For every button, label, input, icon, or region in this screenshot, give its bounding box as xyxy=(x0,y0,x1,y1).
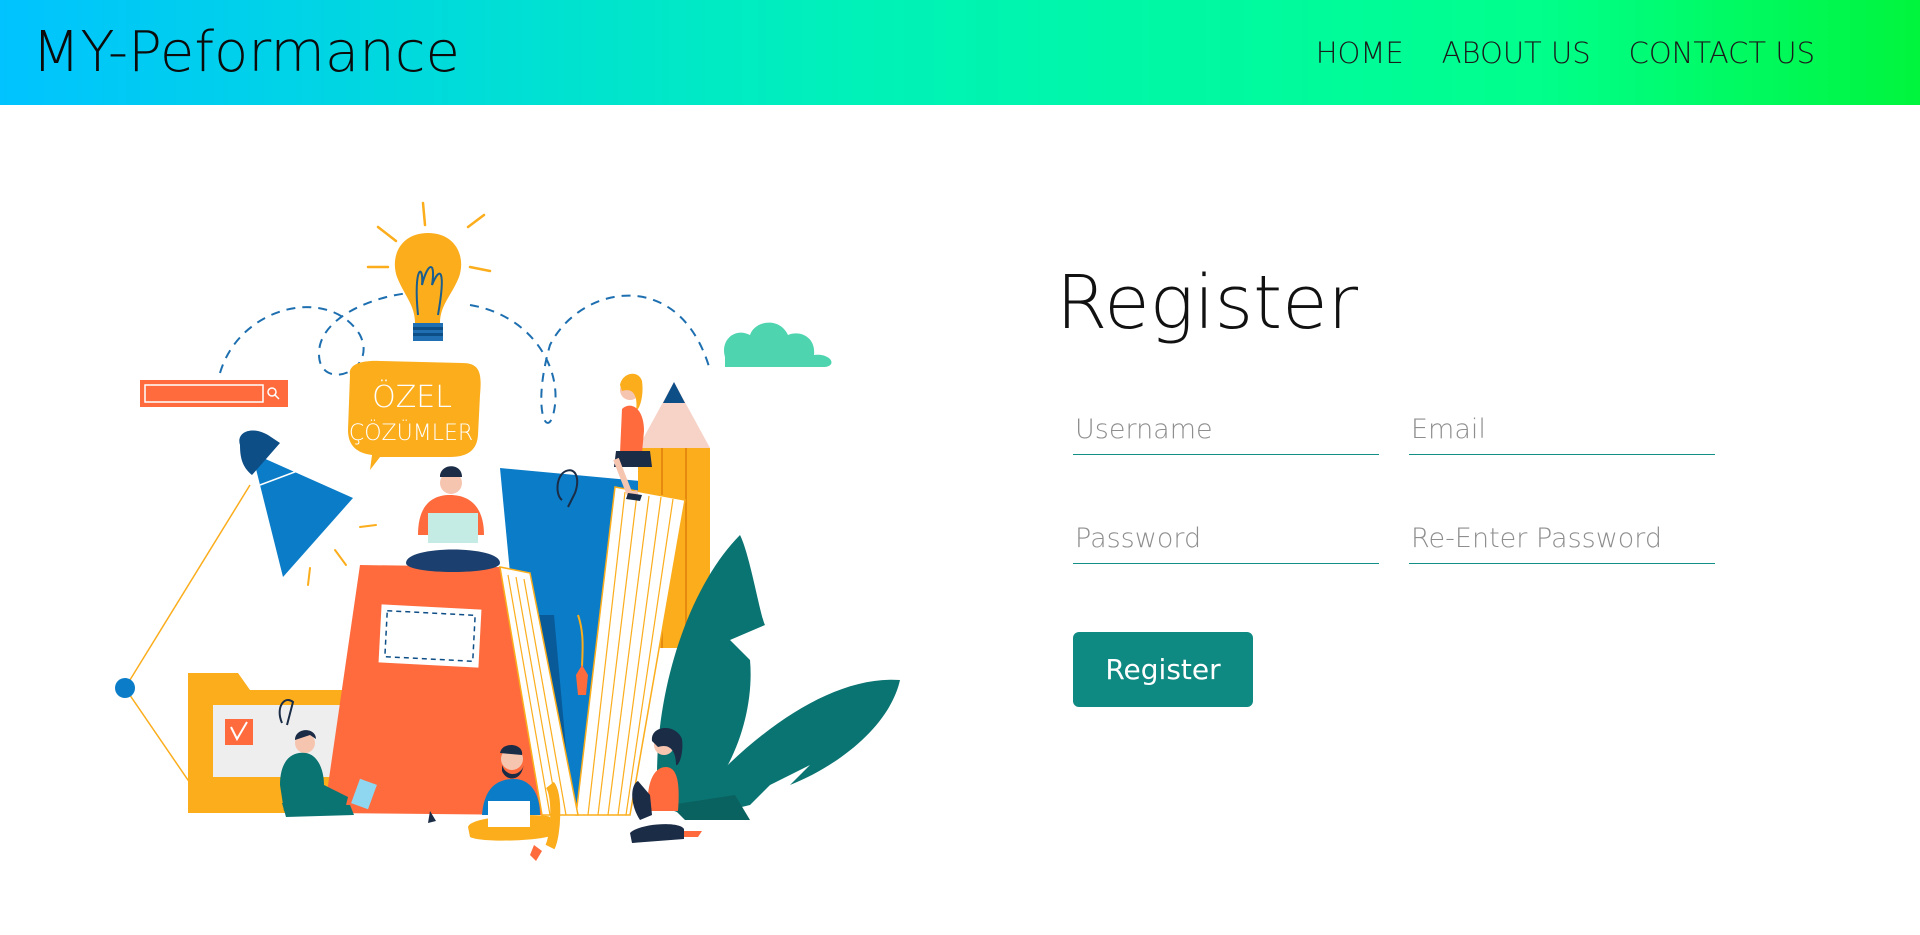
lightbulb-icon xyxy=(366,201,492,341)
password-input[interactable] xyxy=(1073,514,1379,564)
speech-bubble: ÖZEL ÇÖZÜMLER xyxy=(348,360,481,470)
email-input[interactable] xyxy=(1409,405,1715,455)
main-nav: HOME ABOUT US CONTACT US xyxy=(1316,33,1815,73)
brand-logo[interactable]: MY-Peformance xyxy=(32,18,460,88)
bubble-text-line1: ÖZEL xyxy=(372,379,452,415)
top-navbar: MY-Peformance HOME ABOUT US CONTACT US xyxy=(0,0,1920,105)
username-input[interactable] xyxy=(1073,405,1379,455)
register-title: Register xyxy=(1056,260,1359,346)
nav-contact-link[interactable]: CONTACT US xyxy=(1629,33,1815,73)
nav-home-link[interactable]: HOME xyxy=(1316,33,1404,73)
repassword-input[interactable] xyxy=(1409,514,1715,564)
person-laptop-top xyxy=(406,466,500,572)
register-button[interactable]: Register xyxy=(1073,632,1253,707)
cloud-icon xyxy=(724,322,832,367)
search-bar-graphic xyxy=(140,380,288,407)
bubble-text-line2: ÇÖZÜMLER xyxy=(349,419,473,446)
nav-about-link[interactable]: ABOUT US xyxy=(1442,33,1591,73)
hero-illustration: ÖZEL ÇÖZÜMLER xyxy=(115,201,900,861)
